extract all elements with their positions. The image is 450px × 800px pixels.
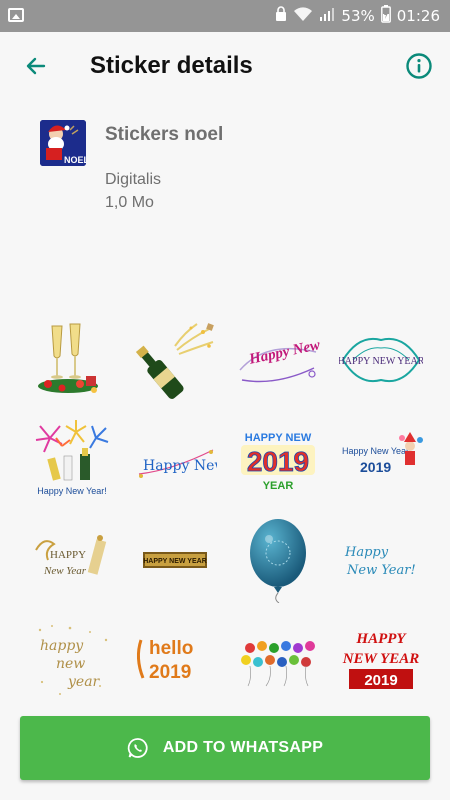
clock: 01:26 [396, 7, 440, 25]
happy-new-year-script-image: Happy New Year! [344, 545, 416, 578]
signal-icon [319, 6, 335, 26]
pack-publisher: Digitalis [105, 171, 162, 188]
blue-balloon-image [249, 519, 306, 603]
info-button[interactable] [404, 51, 434, 81]
sticker-text: HAPPY [355, 631, 407, 647]
app-bar: Sticker details [0, 32, 450, 102]
pack-name: Stickers noel [105, 124, 224, 145]
fireworks-image: Happy New Year! [35, 420, 108, 496]
tray-label: NOEL [64, 155, 86, 165]
sticker-text: New Year [43, 565, 87, 577]
sticker-text: Happy Newyear [143, 458, 217, 474]
sticker-happy-new-year-sparkle[interactable]: happy new year [20, 610, 123, 710]
sticker-grid: Happy New Year HAPPY NEW YEAR Happy [20, 310, 432, 710]
sticker-text: HAPPY NEW [244, 432, 311, 444]
page-title: Sticker details [90, 52, 253, 79]
sticker-text: HAPPY NEW YEAR [143, 558, 207, 565]
sticker-happy-newyear[interactable]: Happy Newyear [123, 410, 226, 510]
hello-2019-image: hello 2019 [136, 638, 193, 683]
back-button[interactable] [18, 48, 54, 84]
sticker-champagne-bottle[interactable] [123, 310, 226, 410]
happy-new-year-red-image: HAPPY NEW YEAR 2019 [341, 631, 419, 689]
sticker-fireworks[interactable]: Happy New Year! [20, 410, 123, 510]
sticker-text: hello [149, 638, 193, 659]
happy-new-year-sparkle-image: happy new year [38, 625, 107, 695]
sticker-text: 2019 [364, 672, 397, 689]
alarm-lock-icon [275, 6, 287, 26]
sticker-new-year-2019-kids[interactable]: Happy New Year 2019 [329, 410, 432, 510]
happy-new-year-teal-image: HAPPY NEW YEAR [339, 338, 423, 382]
balloons-image [240, 641, 315, 687]
status-bar: 53% 01:26 [0, 0, 450, 32]
sticker-happy-new-year-red[interactable]: HAPPY NEW YEAR 2019 [329, 610, 432, 710]
sticker-text: year [67, 674, 101, 690]
sticker-balloons[interactable] [226, 610, 329, 710]
status-icons: 53% 01:26 [275, 5, 440, 27]
sticker-text: HAPPY NEW YEAR [339, 356, 423, 367]
sticker-text: happy [40, 638, 84, 654]
sticker-text: Happy New Year [342, 446, 409, 456]
sticker-text: New Year! [346, 563, 416, 578]
sticker-blue-balloon[interactable] [226, 510, 329, 610]
sticker-text: YEAR [262, 480, 293, 492]
sticker-happy-new-year-pink[interactable]: Happy New Year [226, 310, 329, 410]
sticker-champagne-glasses[interactable] [20, 310, 123, 410]
sticker-happy-new-year-gold[interactable]: HAPPY New Year [20, 510, 123, 610]
sticker-text: Happy [344, 545, 389, 560]
sticker-text: 2019 [246, 446, 308, 477]
battery-percent: 53% [341, 7, 375, 25]
sticker-text: Happy New Year! [37, 486, 107, 496]
pack-size: 1,0 Mo [105, 194, 154, 211]
champagne-glasses-image [37, 323, 98, 393]
wifi-icon [293, 6, 313, 26]
sticker-text: Happy New Year [246, 331, 319, 368]
add-to-whatsapp-button[interactable]: ADD TO WHATSAPP [20, 716, 430, 780]
info-icon [406, 53, 432, 79]
happy-new-year-pink-image: Happy New Year [238, 331, 320, 383]
pack-tray-icon: NOEL [40, 120, 86, 166]
happy-newyear-image: Happy Newyear [138, 449, 217, 478]
happy-new-year-gold-image: HAPPY New Year [34, 535, 106, 577]
sticker-glitter-banner[interactable]: HAPPY NEW YEAR [123, 510, 226, 610]
glitter-banner-image: HAPPY NEW YEAR [142, 552, 207, 568]
add-to-whatsapp-label: ADD TO WHATSAPP [162, 739, 324, 756]
sticker-text: NEW YEAR [341, 651, 419, 667]
whatsapp-icon [127, 738, 148, 758]
happy-new-year-2019-kids-image: Happy New Year 2019 [342, 432, 423, 475]
sticker-happy-new-year-teal[interactable]: HAPPY NEW YEAR [329, 310, 432, 410]
sticker-text: 2019 [360, 459, 391, 475]
sticker-2019-colorful[interactable]: HAPPY NEW 2019 YEAR [226, 410, 329, 510]
sticker-text: HAPPY [50, 549, 86, 561]
sticker-text: 2019 [149, 662, 191, 683]
sticker-text: new [56, 656, 85, 672]
arrow-back-icon [26, 57, 46, 75]
happy-new-2019-image: HAPPY NEW 2019 YEAR [240, 432, 315, 492]
battery-charging-icon [380, 5, 391, 27]
champagne-bottle-image [135, 323, 214, 399]
gallery-notification-icon [8, 8, 24, 22]
sticker-hello-2019[interactable]: hello 2019 [123, 610, 226, 710]
sticker-happy-new-year-script[interactable]: Happy New Year! [329, 510, 432, 610]
